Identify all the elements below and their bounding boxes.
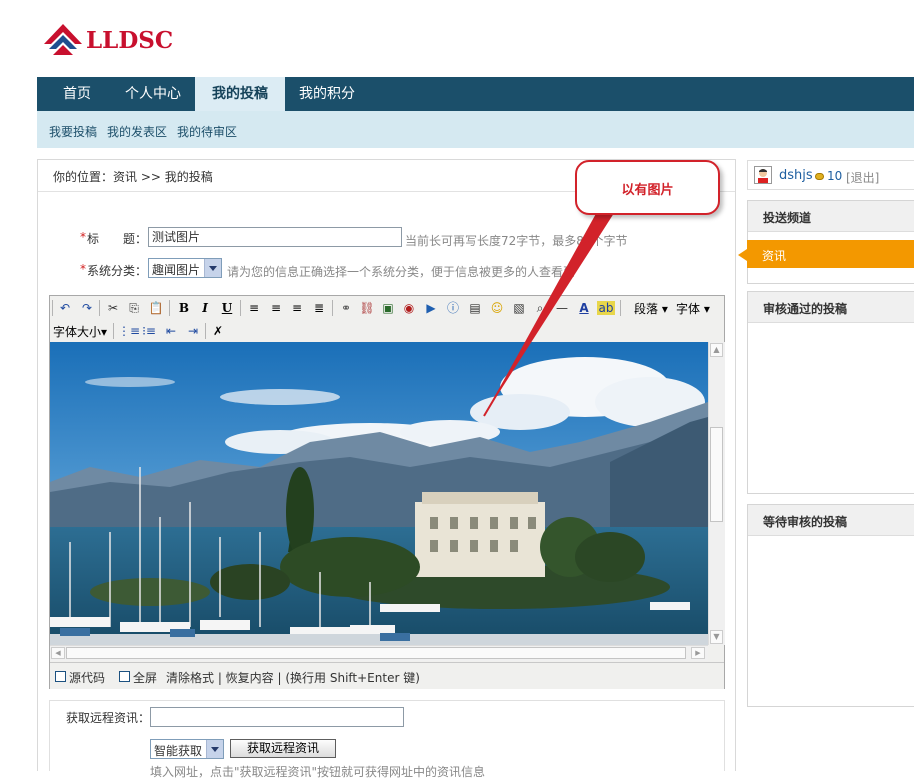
pending-panel-header: 等待审核的投稿 [748,505,914,536]
paragraph-dropdown[interactable]: 段落 ▾ [634,300,668,317]
horizontal-scrollbar-thumb[interactable] [66,647,686,659]
scroll-up-icon[interactable]: ▲ [710,343,723,357]
username-link[interactable]: dshjs [779,168,813,183]
scrollbar-thumb[interactable] [710,427,723,522]
editor-footer: 源代码 全屏 清除格式 | 恢复内容 | (换行用 Shift+Enter 键) [50,662,724,689]
approved-panel: 审核通过的投稿 [747,291,914,494]
coin-icon [815,173,824,180]
media-icon[interactable]: ▶ [422,299,440,317]
unordered-list-icon[interactable]: ⁝≡ [140,322,158,340]
paragraph-dropdown-label: 段落 [634,302,659,316]
breadcrumb: 你的位置：资讯 >> 我的投稿 [53,170,213,184]
channel-item-news[interactable]: 资讯 [747,240,914,268]
font-size-dropdown-label: 字体大小 [53,325,102,339]
title-required-mark: * [80,230,86,244]
flash-icon[interactable]: ◉ [400,299,418,317]
approved-panel-title: 审核通过的投稿 [763,302,848,316]
remote-url-input[interactable] [150,707,404,727]
points-value: 10 [827,169,843,183]
source-code-label[interactable]: 源代码 [69,669,105,686]
approved-panel-header: 审核通过的投稿 [748,292,914,323]
fullscreen-checkbox[interactable] [119,671,130,682]
channel-panel-header: 投送频道 [748,201,914,232]
annotation-text: 以有图片 [621,183,674,198]
nav-home[interactable]: 首页 [51,77,103,111]
indent-icon[interactable]: ⇥ [184,322,202,340]
sub-nav: 我要投稿 我的发表区 我的待审区 [37,111,914,148]
user-avatar-icon [758,169,768,183]
align-justify-icon[interactable]: ≣ [310,299,328,317]
copy-icon[interactable]: ⎘ [125,299,143,317]
image-icon[interactable]: ▣ [379,299,397,317]
font-size-dropdown[interactable]: 字体大小▾ [53,323,107,340]
chevron-down-icon [206,740,223,758]
align-left-icon[interactable]: ≡ [245,299,263,317]
font-dropdown-label: 字体 [676,302,701,316]
callout-pointer [483,207,616,417]
category-label: 系统分类： [87,264,148,278]
category-select-value: 趣闻图片 [152,263,201,277]
scroll-right-icon[interactable]: ▶ [691,647,705,659]
title-input[interactable]: 测试图片 [148,227,402,247]
cut-icon[interactable]: ✂ [104,299,122,317]
editor-horizontal-scrollbar[interactable]: ◀ ▶ [50,645,708,661]
active-pointer-icon [738,249,747,261]
pending-panel-title: 等待审核的投稿 [763,515,848,529]
redo-icon[interactable]: ↷ [78,299,96,317]
italic-icon[interactable]: I [196,299,214,317]
underline-icon[interactable]: U [218,299,236,317]
main-nav: 首页 个人中心 我的投稿 我的积分 [37,77,914,111]
source-code-checkbox[interactable] [55,671,66,682]
fetch-mode-select[interactable]: 智能获取 [150,739,224,759]
link-icon[interactable]: ⚭ [337,299,355,317]
user-info-bar: dshjs 10 [退出] [747,160,914,190]
align-center-icon[interactable]: ≡ [267,299,285,317]
align-right-icon[interactable]: ≡ [288,299,306,317]
site-logo[interactable]: LLDSC [44,22,184,62]
bold-icon[interactable]: B [175,299,193,317]
nav-my-points[interactable]: 我的积分 [289,77,365,111]
ordered-list-icon[interactable]: ⋮≡ [118,322,140,340]
help-icon[interactable]: ⓘ [444,299,462,317]
font-dropdown[interactable]: 字体 ▾ [676,300,710,317]
logo-text: LLDSC [86,27,174,54]
subnav-pending[interactable]: 我的待审区 [177,123,237,140]
subnav-published[interactable]: 我的发表区 [107,123,167,140]
fullscreen-label[interactable]: 全屏 [133,669,157,686]
title-label: 标 题： [87,232,148,246]
editor-footer-actions[interactable]: 清除格式 | 恢复内容 | (换行用 Shift+Enter 键) [166,669,420,686]
scroll-left-icon[interactable]: ◀ [51,647,65,659]
fetch-mode-value: 智能获取 [154,744,203,758]
fetch-remote-button[interactable]: 获取远程资讯 [230,739,336,758]
nav-personal-center[interactable]: 个人中心 [113,77,193,111]
editor-vertical-scrollbar[interactable]: ▲ ▼ [708,342,725,645]
nav-my-submissions[interactable]: 我的投稿 [195,77,285,111]
channel-panel-title: 投送频道 [763,211,812,225]
undo-icon[interactable]: ↶ [56,299,74,317]
pending-panel: 等待审核的投稿 [747,504,914,707]
logout-link[interactable]: [退出] [846,169,879,186]
scroll-down-icon[interactable]: ▼ [710,630,723,644]
unlink-icon[interactable]: ⛓ [358,299,376,317]
chevron-down-icon [204,259,221,277]
annotation-callout: 以有图片 [575,160,720,215]
avatar[interactable] [754,166,772,184]
remote-hint: 填入网址，点击"获取远程资讯"按钮就可获得网址中的资讯信息 [150,765,486,779]
channel-item-label: 资讯 [762,249,787,263]
paste-icon[interactable]: 📋 [147,299,165,317]
remote-url-label: 获取远程资讯： [66,711,151,725]
subnav-submit[interactable]: 我要投稿 [49,123,97,140]
outdent-icon[interactable]: ⇤ [162,322,180,340]
logo-mark-icon [44,24,82,55]
clear-format-icon[interactable]: ✗ [209,322,227,340]
category-select[interactable]: 趣闻图片 [148,258,222,278]
category-required-mark: * [80,262,86,276]
